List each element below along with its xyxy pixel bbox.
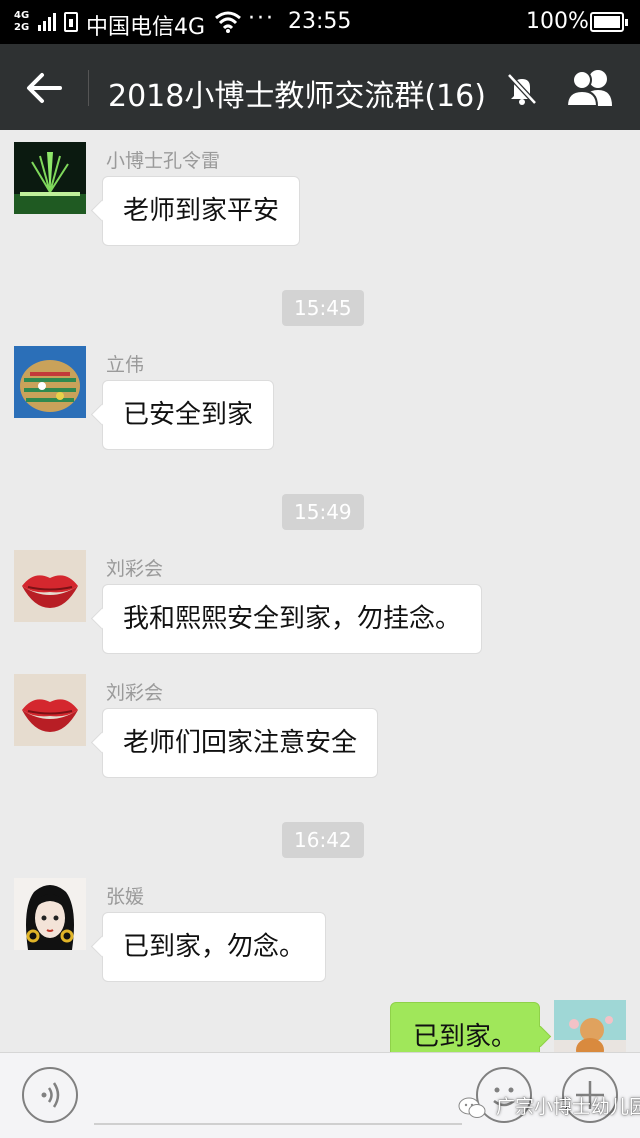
carrier-label: 中国电信4G [86,15,206,40]
signal-icon: 4G 2G [14,8,60,36]
message-input[interactable] [94,1067,462,1125]
avatar[interactable] [14,878,86,950]
chat-header: 2018小博士教师交流群(16) [0,44,640,130]
voice-button[interactable] [22,1067,78,1123]
wechat-logo-icon [458,1097,486,1118]
sender-name: 刘彩会 [106,682,164,704]
sender-name: 立伟 [106,354,145,376]
message-bubble-self[interactable]: 已到家。 [389,1002,540,1052]
timestamp: 15:49 [282,494,364,530]
sender-name: 张媛 [106,886,145,908]
message-bubble[interactable]: 已到家，勿念。 [102,912,327,982]
clock: 23:55 [288,9,352,34]
chat-title: 2018小博士教师交流群(16) [108,79,486,114]
bell-muted-icon [507,73,537,105]
chat-messages[interactable]: 小博士孔令雷 老师到家平安 15:45 立伟 已安全到家 15:49 刘彩会 我… [0,130,640,1052]
sim-icon [64,12,78,32]
voice-icon [41,1082,60,1108]
back-button[interactable] [20,64,68,112]
battery-percent: 100% [526,9,589,34]
avatar[interactable] [14,346,86,418]
more-notifications-icon: ··· [248,6,275,31]
avatar[interactable] [14,142,86,214]
group-members-button[interactable] [564,66,616,110]
message-bubble[interactable]: 已安全到家 [102,380,275,450]
status-bar: 4G 2G 中国电信4G ··· 23:55 100% [0,0,640,44]
arrow-left-icon [27,73,62,103]
message-bubble[interactable]: 老师到家平安 [102,176,301,246]
timestamp: 15:45 [282,290,364,326]
watermark: 广宗小博士幼儿园 [458,1092,640,1126]
avatar[interactable] [14,550,86,622]
sender-name: 刘彩会 [106,558,164,580]
network-type-top: 4G [14,10,30,21]
network-type-bottom: 2G [14,22,30,33]
message-bubble[interactable]: 老师们回家注意安全 [102,708,379,778]
watermark-text: 广宗小博士幼儿园 [496,1096,640,1118]
people-icon [565,70,612,107]
battery-icon [590,12,628,32]
timestamp: 16:42 [282,822,364,858]
wifi-icon [215,11,241,33]
header-divider [88,70,89,106]
my-avatar[interactable] [554,1000,626,1052]
avatar[interactable] [14,674,86,746]
message-bubble[interactable]: 我和熙熙安全到家，勿挂念。 [102,584,483,654]
sender-name: 小博士孔令雷 [106,150,221,172]
